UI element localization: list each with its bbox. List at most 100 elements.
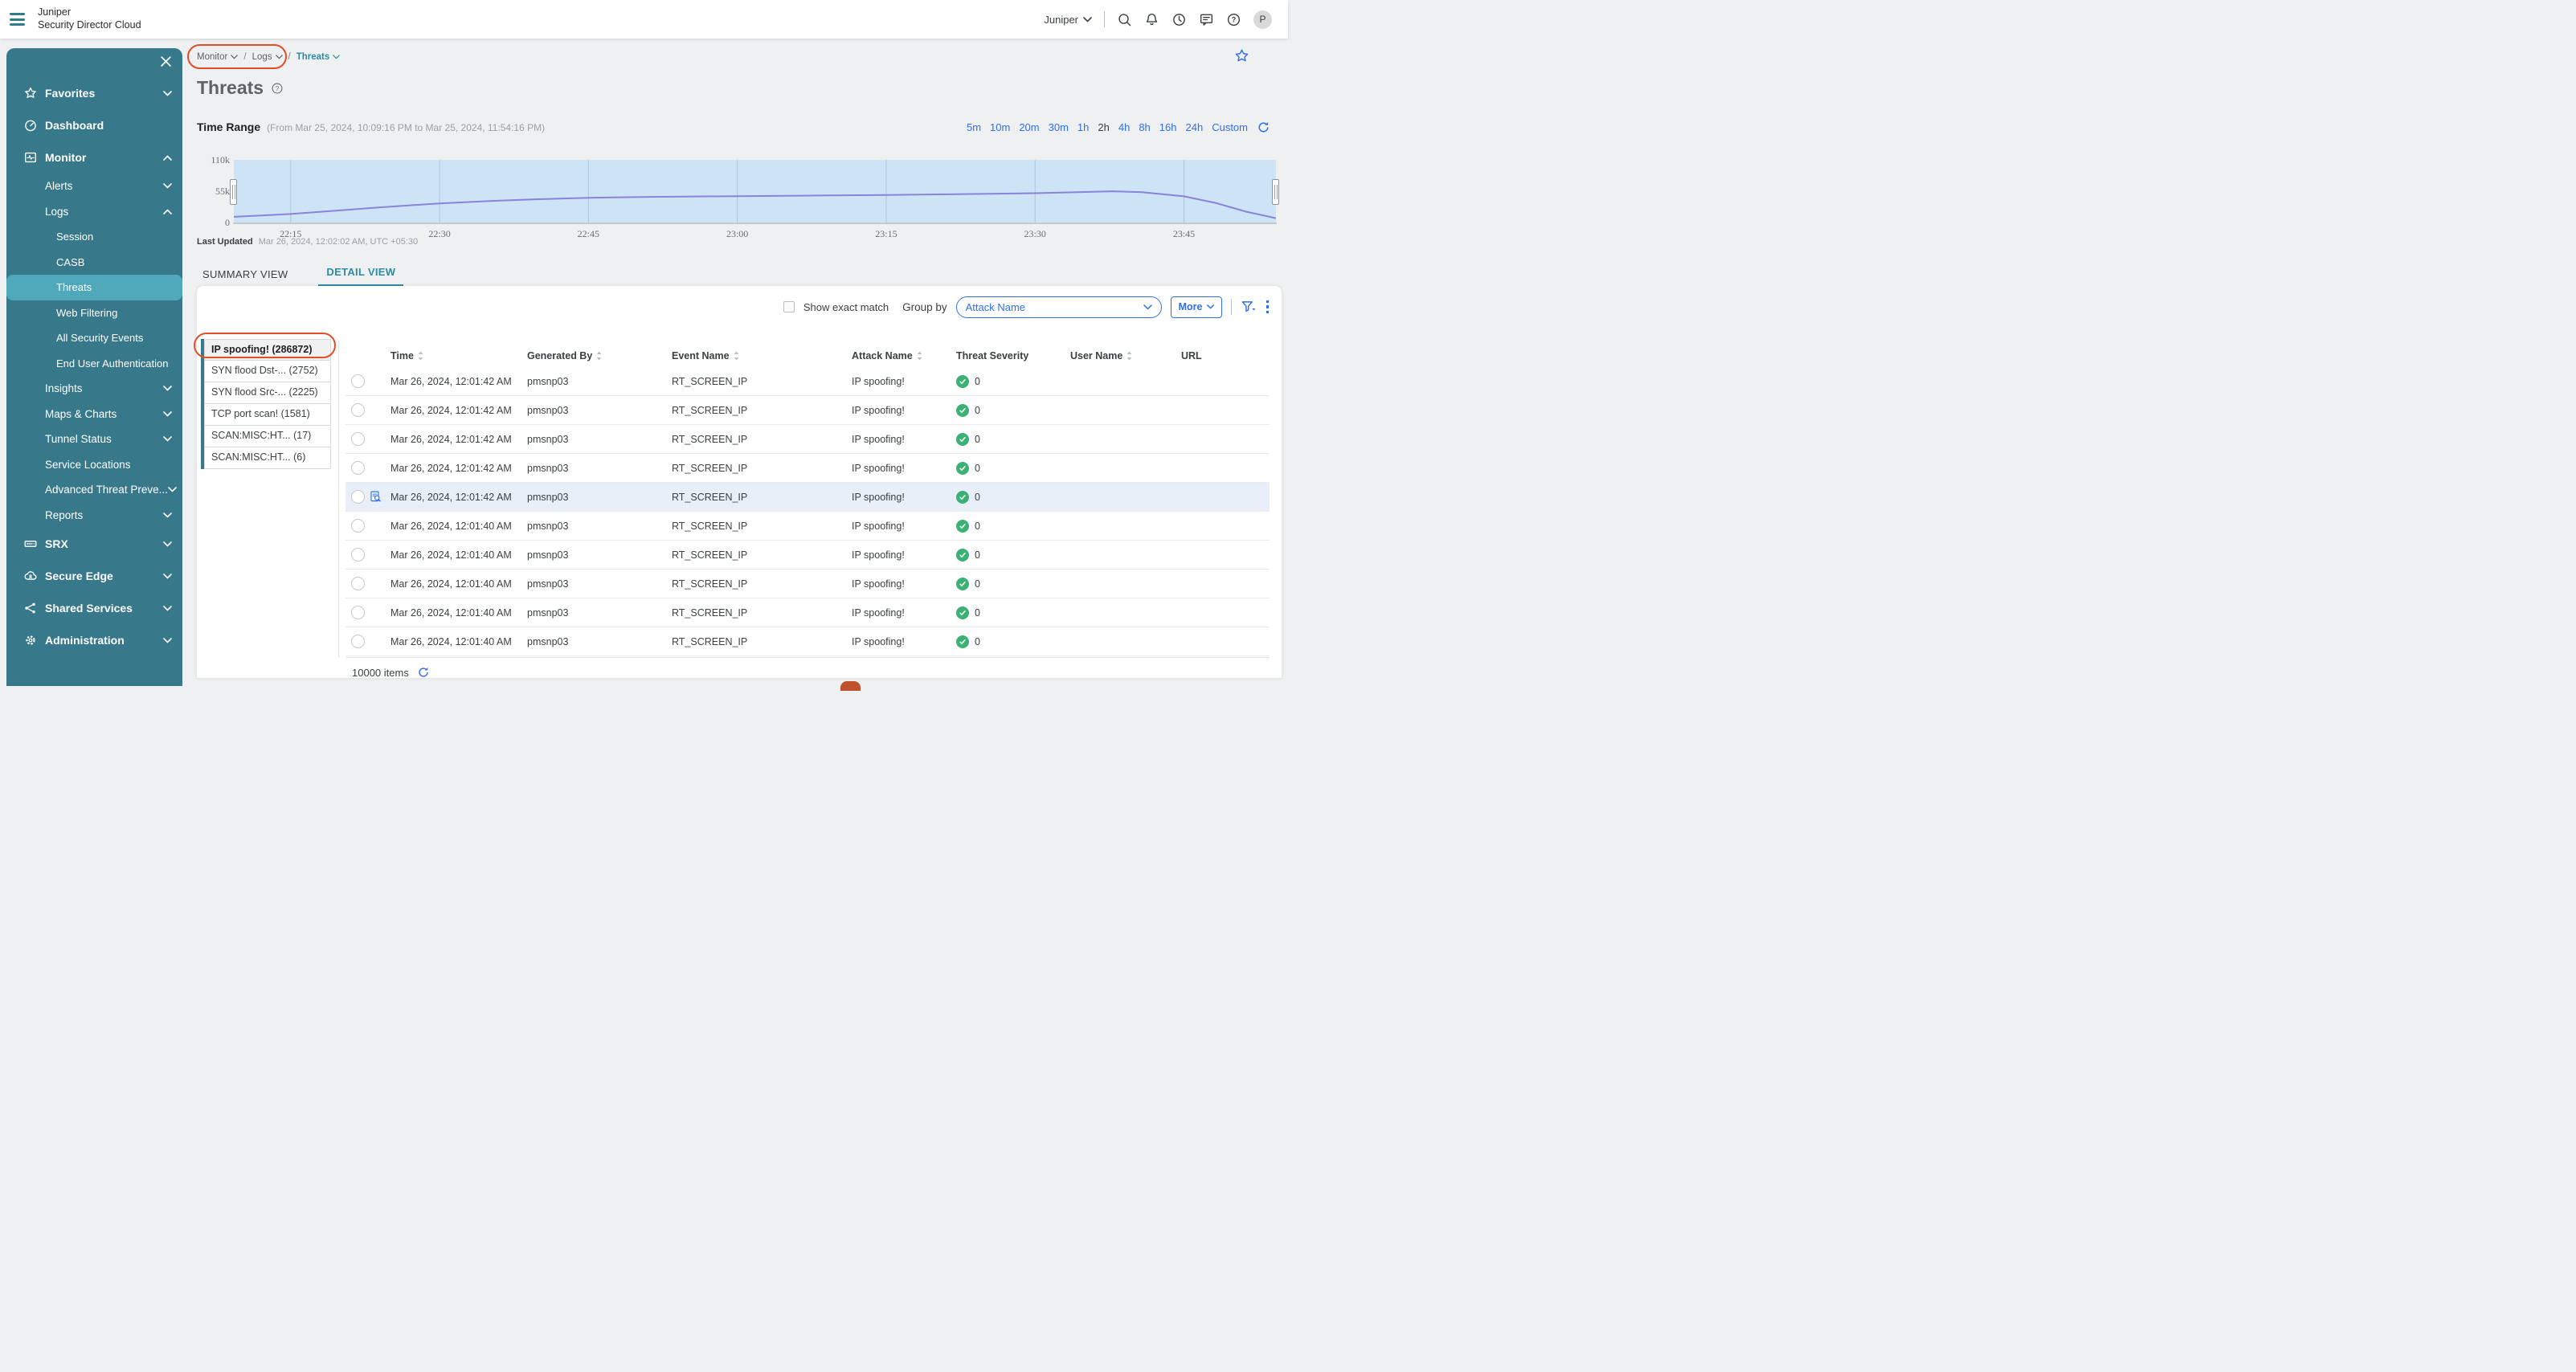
row-radio[interactable] [351,635,365,648]
favorite-star-icon[interactable] [1234,48,1249,63]
breadcrumb-item-monitor[interactable]: Monitor [197,52,238,62]
srx-icon [23,537,38,551]
cell-attack-name: IP spoofing! [845,549,950,561]
sidebar-item-end-user-authentication[interactable]: End User Authentication [6,351,182,377]
time-preset-8h[interactable]: 8h [1139,121,1150,133]
time-preset-2h[interactable]: 2h [1098,121,1109,133]
time-preset-4h[interactable]: 4h [1118,121,1130,133]
events-timeline-chart[interactable] [234,160,1276,223]
sidebar-item-service-locations[interactable]: Service Locations [6,452,182,478]
help-icon[interactable]: ? [1226,12,1241,27]
sidebar-item-advanced-threat-preve[interactable]: Advanced Threat Preve... [6,477,182,503]
group-item-syn-flood-dst-2752[interactable]: SYN flood Dst-... (2752) [204,361,331,382]
group-item-tcp-port-scan-1581[interactable]: TCP port scan! (1581) [204,404,331,426]
group-item-scan-misc-ht-17[interactable]: SCAN:MISC:HT... (17) [204,426,331,447]
close-icon[interactable] [160,55,172,67]
table-row[interactable]: Mar 26, 2024, 12:01:40 AMpmsnp03RT_SCREE… [346,627,1270,656]
table-row[interactable]: Mar 26, 2024, 12:01:40 AMpmsnp03RT_SCREE… [346,598,1270,627]
show-exact-match-checkbox[interactable] [783,301,795,312]
more-menu-kebab-icon[interactable] [1265,300,1271,314]
time-preset-20m[interactable]: 20m [1019,121,1039,133]
tab-summary-view[interactable]: SUMMARY VIEW [201,268,289,287]
time-preset-5m[interactable]: 5m [967,121,981,133]
sidebar-item-reports[interactable]: Reports [6,503,182,529]
history-clock-icon[interactable] [1171,12,1187,27]
group-item-syn-flood-src-2225[interactable]: SYN flood Src-... (2225) [204,382,331,404]
row-radio[interactable] [351,432,365,446]
table-row[interactable]: Mar 26, 2024, 12:01:42 AMpmsnp03RT_SCREE… [346,367,1270,396]
sidebar-item-monitor[interactable]: Monitor [6,141,182,174]
account-selector[interactable]: Juniper [1044,14,1092,26]
sidebar-item-threats[interactable]: Threats [6,275,182,300]
search-icon[interactable] [1117,12,1132,27]
user-avatar[interactable]: P [1253,10,1272,29]
row-detail-document-icon[interactable] [369,490,382,504]
sidebar-item-secure-edge[interactable]: Secure Edge [6,560,182,592]
sidebar-item-administration[interactable]: Administration [6,624,182,656]
row-radio[interactable] [351,577,365,590]
table-row[interactable]: Mar 26, 2024, 12:01:42 AMpmsnp03RT_SCREE… [346,483,1270,512]
group-item-scan-misc-ht-6[interactable]: SCAN:MISC:HT... (6) [204,447,331,469]
row-radio[interactable] [351,374,365,388]
sidebar-item-logs[interactable]: Logs [6,199,182,225]
sort-icon[interactable] [1126,351,1132,361]
time-preset-30m[interactable]: 30m [1049,121,1069,133]
sidebar-item-srx[interactable]: SRX [6,528,182,560]
row-radio[interactable] [351,548,365,561]
refresh-icon[interactable] [417,666,430,679]
time-preset-10m[interactable]: 10m [990,121,1010,133]
sort-icon[interactable] [596,351,602,361]
sort-icon[interactable] [734,351,739,361]
table-row[interactable]: Mar 26, 2024, 12:01:40 AMpmsnp03RT_SCREE… [346,570,1270,598]
table-row[interactable]: Mar 26, 2024, 12:01:40 AMpmsnp03RT_SCREE… [346,541,1270,570]
column-header-event-name[interactable]: Event Name [665,350,845,361]
sidebar-item-alerts[interactable]: Alerts [6,174,182,199]
table-row[interactable]: Mar 26, 2024, 12:01:42 AMpmsnp03RT_SCREE… [346,396,1270,425]
table-row[interactable]: Mar 26, 2024, 12:01:42 AMpmsnp03RT_SCREE… [346,425,1270,454]
cell-threat-severity: 0 [950,375,1064,388]
sidebar-item-maps-charts[interactable]: Maps & Charts [6,402,182,427]
time-preset-custom[interactable]: Custom [1212,121,1248,133]
page-help-icon[interactable]: ? [271,82,284,95]
row-radio[interactable] [351,461,365,475]
row-radio[interactable] [351,403,365,417]
sort-icon[interactable] [917,351,922,361]
sidebar-item-insights[interactable]: Insights [6,376,182,402]
brush-handle-right[interactable] [1272,179,1279,205]
column-header-user-name[interactable]: User Name [1064,350,1175,361]
sidebar-item-tunnel-status[interactable]: Tunnel Status [6,427,182,452]
more-button-label: More [1179,301,1203,312]
breadcrumb-item-logs[interactable]: Logs [252,52,283,62]
column-header-attack-name[interactable]: Attack Name [845,350,950,361]
feedback-chat-icon[interactable] [1199,12,1214,27]
column-header-generated-by[interactable]: Generated By [521,350,665,361]
filter-funnel-icon[interactable] [1241,300,1256,315]
column-header-time[interactable]: Time [384,350,521,361]
group-by-select[interactable]: Attack Name [956,296,1162,318]
row-radio[interactable] [351,519,365,533]
tab-detail-view[interactable]: DETAIL VIEW [318,266,403,287]
notifications-bell-icon[interactable] [1144,12,1159,27]
sidebar-item-favorites[interactable]: Favorites [6,77,182,109]
table-row[interactable]: Mar 26, 2024, 12:01:42 AMpmsnp03RT_SCREE… [346,454,1270,483]
sidebar-item-casb[interactable]: CASB [6,250,182,276]
sort-icon[interactable] [418,351,423,361]
sidebar-item-session[interactable]: Session [6,224,182,250]
group-item-ip-spoofing-286872[interactable]: IP spoofing! (286872) [204,339,331,361]
sidebar-item-dashboard[interactable]: Dashboard [6,109,182,141]
time-preset-24h[interactable]: 24h [1186,121,1204,133]
table-row[interactable]: Mar 26, 2024, 12:01:40 AMpmsnp03RT_SCREE… [346,512,1270,541]
sidebar-item-web-filtering[interactable]: Web Filtering [6,300,182,326]
hamburger-menu-icon[interactable] [10,13,27,26]
time-preset-16h[interactable]: 16h [1159,121,1177,133]
severity-value: 0 [975,376,980,387]
time-preset-1h[interactable]: 1h [1077,121,1089,133]
sidebar-item-shared-services[interactable]: Shared Services [6,592,182,624]
row-radio[interactable] [351,490,365,504]
refresh-icon[interactable] [1257,120,1270,134]
more-button[interactable]: More [1171,296,1222,318]
sidebar-item-all-security-events[interactable]: All Security Events [6,325,182,351]
breadcrumb-item-threats[interactable]: Threats [296,52,341,62]
brush-handle-left[interactable] [230,179,237,205]
row-radio[interactable] [351,606,365,619]
